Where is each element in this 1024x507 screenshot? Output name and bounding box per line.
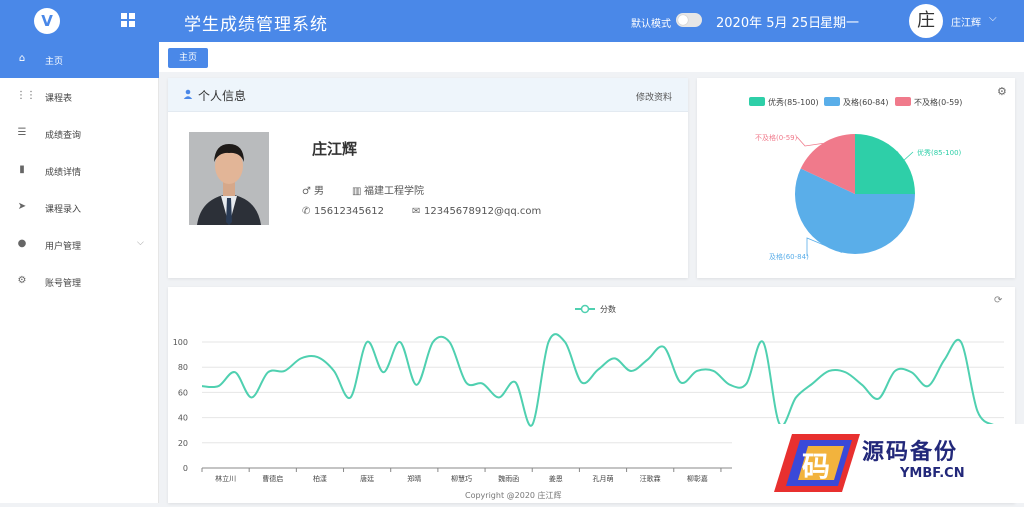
grade-distribution-card: 优秀(85-100) 及格(60-84) 不及格(0-59) 优秀(85-100) 及… [697, 78, 1015, 278]
x-tick-label: 曹德启 [262, 474, 283, 483]
y-tick-label: 60 [178, 388, 188, 397]
footer-copyright: Copyright @2020 庄江辉 [465, 491, 562, 500]
score-series-line [201, 333, 995, 427]
sidebar-item-schedule[interactable]: ⋮⋮ 课程表 [0, 79, 159, 115]
profile-photo [189, 132, 269, 225]
sidebar-item-label: 课程录入 [45, 205, 82, 215]
sidebar-item-course-entry[interactable]: ➤ 课程录入 [0, 190, 159, 226]
building-icon: ▥ [352, 186, 362, 197]
app-title: 学生成绩管理系统 [184, 15, 328, 35]
x-tick-label: 柏漾 [313, 474, 327, 483]
sidebar-item-grade-query[interactable]: ☰ 成绩查询 [0, 116, 159, 152]
x-tick-label: 魏雨函 [498, 474, 519, 483]
pie-label: 及格(60-84) [769, 252, 809, 261]
pie-slice[interactable] [855, 134, 915, 194]
legend-swatch[interactable] [749, 97, 765, 106]
pie-label: 优秀(85-100) [917, 148, 962, 157]
legend-marker[interactable] [580, 304, 590, 314]
x-tick-label: 汪歌霖 [640, 474, 661, 483]
edit-profile-link[interactable]: 修改资料 [636, 90, 672, 103]
user-icon [183, 89, 193, 99]
user-icon: ● [17, 238, 27, 249]
sidebar-item-label: 成绩详情 [45, 168, 82, 178]
watermark-text: 源码备份 [862, 440, 959, 465]
pie-chart: 优秀(85-100) 及格(60-84) 不及格(0-59) 优秀(85-100) 及… [749, 85, 1007, 261]
x-tick-label: 柳慧巧 [451, 474, 472, 483]
gender-value: 男 [314, 186, 324, 197]
email-value: 12345678912@qq.com [424, 206, 542, 217]
watermark-mark: 码 [774, 434, 860, 492]
x-tick-label: 孔月萌 [593, 474, 614, 483]
menu-toggle-icon[interactable] [121, 13, 135, 27]
current-date: 2020年 5月 25日 [716, 16, 822, 31]
phone-icon: ✆ [302, 206, 311, 217]
legend-label[interactable]: 不及格(0-59) [914, 97, 962, 107]
bar-chart-icon: ▮ [19, 164, 25, 175]
x-tick-label: 姜恩 [549, 474, 563, 483]
chevron-down-icon: ⌵ [137, 238, 144, 248]
watermark-subtext: YMBF.CN [900, 466, 965, 481]
phone-field: ✆ 15612345612 [302, 206, 384, 217]
sidebar-item-account-management[interactable]: ⚙ 账号管理 [0, 264, 159, 300]
pie-label: 不及格(0-59) [755, 133, 798, 142]
sidebar-item-home[interactable]: ⌂ 主页 [0, 42, 159, 78]
profile-name: 庄江辉 [312, 140, 358, 158]
sidebar-item-label: 用户管理 [45, 242, 82, 252]
phone-value: 15612345612 [314, 206, 384, 217]
tab-bar: 主页 [159, 42, 1024, 72]
y-tick-label: 80 [178, 363, 188, 372]
mail-icon: ✉ [412, 206, 421, 217]
gender-field: ♂ 男 [302, 182, 324, 197]
x-tick-label: 柳彰嘉 [687, 474, 708, 483]
user-name[interactable]: 庄江辉 [951, 14, 981, 29]
sidebar-item-grade-detail[interactable]: ▮ 成绩详情 [0, 153, 159, 189]
pie-label-line [796, 136, 823, 147]
y-tick-label: 100 [173, 338, 188, 347]
refresh-icon[interactable]: ⟳ [994, 295, 1003, 306]
tab-home[interactable]: 主页 [168, 48, 208, 68]
sidebar-item-label: 主页 [45, 57, 64, 67]
theme-toggle[interactable] [676, 13, 702, 27]
watermark-logo: 码 源码备份 YMBF.CN [732, 424, 1024, 503]
current-weekday: 星期一 [820, 16, 860, 31]
send-icon: ➤ [17, 201, 27, 212]
list-icon: ☰ [17, 127, 27, 138]
app-logo[interactable]: V [34, 8, 60, 34]
legend-label[interactable]: 优秀(85-100) [768, 97, 819, 107]
legend-label[interactable]: 及格(60-84) [843, 97, 889, 107]
legend-swatch[interactable] [824, 97, 840, 106]
y-tick-label: 40 [178, 414, 188, 423]
sidebar: ⌂ 主页 ⋮⋮ 课程表 ☰ 成绩查询 ▮ 成绩详情 ➤ 课程录入 ● 用户管理 … [0, 42, 159, 503]
profile-card-header: 个人信息 修改资料 [168, 78, 688, 112]
y-tick-label: 20 [178, 439, 188, 448]
profile-card: 个人信息 修改资料 庄江辉 ♂ 男 ▥ 福建工程学院 ✆ 15612345612 ✉ 1… [168, 78, 688, 278]
chevron-down-icon[interactable]: ⌵ [989, 13, 997, 24]
legend-label[interactable]: 分数 [600, 304, 616, 314]
sidebar-item-user-management[interactable]: ● 用户管理 ⌵ [0, 227, 159, 263]
sidebar-item-label: 课程表 [45, 94, 73, 104]
male-icon: ♂ [302, 186, 311, 197]
user-avatar[interactable]: 庄 [909, 4, 943, 38]
sidebar-item-label: 成绩查询 [45, 131, 82, 141]
profile-card-title: 个人信息 [198, 89, 247, 103]
gear-icon: ⚙ [17, 275, 27, 286]
theme-mode-label: 默认模式 [631, 19, 671, 30]
x-tick-label: 郑晴 [407, 474, 421, 483]
home-icon: ⌂ [18, 53, 26, 64]
top-bar: V 学生成绩管理系统 默认模式 2020年 5月 25日 星期一 庄 庄江辉 ⌵ [0, 0, 1024, 42]
settings-icon[interactable]: ⚙ [997, 85, 1007, 98]
grid-icon: ⋮⋮ [16, 90, 36, 101]
college-field: ▥ 福建工程学院 [352, 182, 424, 197]
x-tick-label: 林立川 [215, 474, 236, 483]
college-value: 福建工程学院 [364, 186, 424, 197]
legend-swatch[interactable] [895, 97, 911, 106]
y-tick-label: 0 [183, 464, 188, 473]
x-tick-label: 唐廷 [360, 474, 374, 483]
email-field: ✉ 12345678912@qq.com [412, 206, 541, 217]
watermark-glyph: 码 [802, 450, 830, 483]
sidebar-item-label: 账号管理 [45, 279, 82, 289]
